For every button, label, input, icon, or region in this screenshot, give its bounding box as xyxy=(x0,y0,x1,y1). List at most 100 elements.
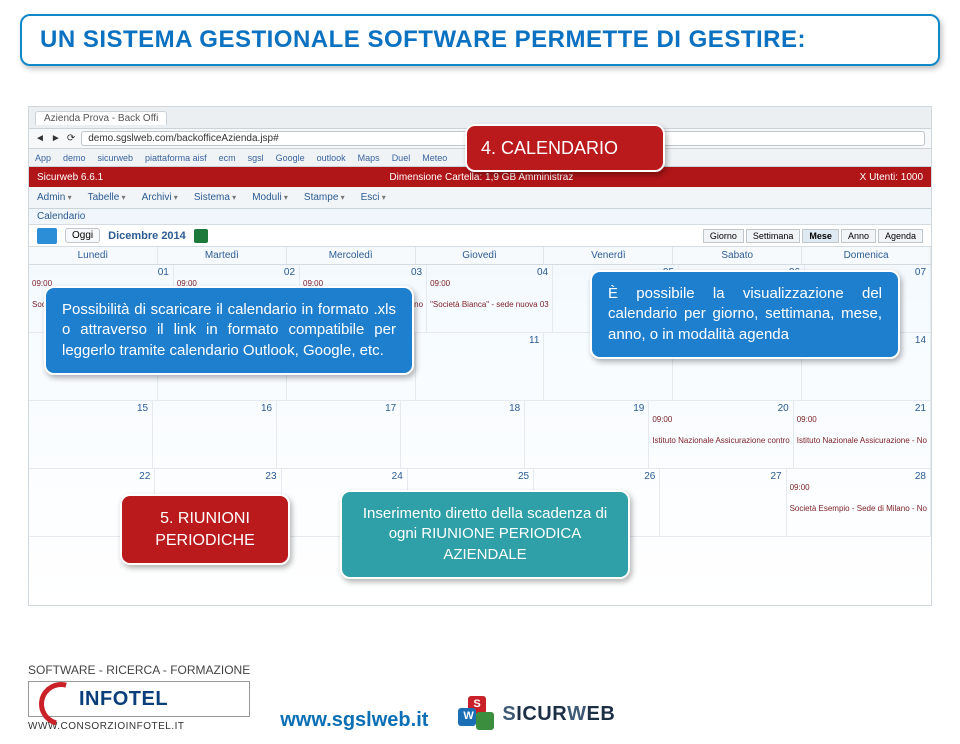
toolbar-item[interactable]: Moduli xyxy=(252,192,288,203)
callout-calendario: 4. CALENDARIO xyxy=(465,124,665,172)
day-header: Lunedì xyxy=(29,247,158,264)
cell-date: 20 xyxy=(778,403,789,414)
bookmark-item[interactable]: Google xyxy=(276,153,305,163)
today-button[interactable]: Oggi xyxy=(65,228,100,243)
cell-date: 25 xyxy=(518,471,529,482)
day-header: Giovedì xyxy=(416,247,545,264)
view-button[interactable]: Anno xyxy=(841,229,876,243)
app-status: Dimensione Cartella: 1,9 GB Amministraz xyxy=(389,172,573,183)
cell-date: 02 xyxy=(284,267,295,278)
bookmark-item[interactable]: sicurweb xyxy=(98,153,134,163)
day-header: Martedì xyxy=(158,247,287,264)
breadcrumb: Calendario xyxy=(29,209,931,225)
bookmark-item[interactable]: Maps xyxy=(358,153,380,163)
callout-meetings: Inserimento diretto della scadenza di og… xyxy=(340,490,630,579)
reload-icon[interactable]: ⟳ xyxy=(67,133,75,144)
app-title: Sicurweb 6.6.1 xyxy=(37,172,103,183)
cell-date: 16 xyxy=(261,403,272,414)
sicurweb-logo: S W SICURWEB xyxy=(458,696,615,732)
calendar-cell[interactable]: 0409:00"Società Bianca" - sede nuova 03 xyxy=(427,265,553,332)
cell-date: 21 xyxy=(915,403,926,414)
bookmark-item[interactable]: demo xyxy=(63,153,86,163)
back-icon[interactable]: ◄ xyxy=(35,133,45,144)
browser-tab[interactable]: Azienda Prova - Back Offi xyxy=(35,111,167,125)
calendar-row: 15 16 17 18 19 2009:00Istituto Nazionale Assi… xyxy=(29,401,931,469)
app-toolbar: Admin Tabelle Archivi Sistema Moduli Stampe Es… xyxy=(29,187,931,209)
cell-date: 26 xyxy=(644,471,655,482)
toolbar-item[interactable]: Admin xyxy=(37,192,72,203)
calendar-cell[interactable]: 11 xyxy=(416,333,545,400)
excel-icon[interactable] xyxy=(194,229,208,243)
cell-date: 24 xyxy=(392,471,403,482)
callout-meetings-text: Inserimento diretto della scadenza di og… xyxy=(363,505,607,563)
month-label: Dicembre 2014 xyxy=(108,230,186,242)
view-buttons: GiornoSettimanaMeseAnnoAgenda xyxy=(703,229,923,243)
app-users: X Utenti: 1000 xyxy=(860,172,923,183)
cell-date: 22 xyxy=(139,471,150,482)
cell-date: 14 xyxy=(915,335,926,346)
cell-date: 28 xyxy=(915,471,926,482)
calendar-day-headers: LunedìMartedìMercoledìGiovedìVenerdìSaba… xyxy=(29,247,931,265)
sicurweb-text: SICURWEB xyxy=(502,703,615,726)
toolbar-item[interactable]: Sistema xyxy=(194,192,236,203)
toolbar-item[interactable]: Esci xyxy=(361,192,386,203)
footer-tagline: SOFTWARE - RICERCA - FORMAZIONE xyxy=(28,663,250,677)
day-header: Mercoledì xyxy=(287,247,416,264)
bookmark-item[interactable]: Duel xyxy=(392,153,411,163)
cell-date: 11 xyxy=(529,335,539,346)
page-title-banner: UN SISTEMA GESTIONALE SOFTWARE PERMETTE … xyxy=(20,14,940,66)
day-header: Domenica xyxy=(802,247,931,264)
calendar-header: Oggi Dicembre 2014 GiornoSettimanaMeseAn… xyxy=(29,225,931,247)
calendar-cell[interactable]: 2809:00Società Esempio - Sede di Milano … xyxy=(787,469,931,536)
bookmark-item[interactable]: piattaforma aisf xyxy=(145,153,207,163)
calendar-event[interactable]: "Società Bianca" - sede nuova 03 xyxy=(430,300,549,309)
calendar-cell[interactable]: 2009:00Istituto Nazionale Assicurazione … xyxy=(649,401,793,468)
calendar-cell[interactable]: 16 xyxy=(153,401,277,468)
callout-riunioni: 5. RIUNIONI PERIODICHE xyxy=(120,494,290,565)
calendar-event[interactable]: Istituto Nazionale Assicurazione - No xyxy=(797,436,927,445)
view-button[interactable]: Mese xyxy=(802,229,839,243)
bookmark-item[interactable]: outlook xyxy=(317,153,346,163)
cell-date: 15 xyxy=(137,403,148,414)
bookmark-item[interactable]: ecm xyxy=(219,153,236,163)
cell-date: 01 xyxy=(158,267,169,278)
cell-date: 03 xyxy=(411,267,422,278)
calendar-cell[interactable]: 17 xyxy=(277,401,401,468)
calendar-cell[interactable]: 18 xyxy=(401,401,525,468)
calendar-cell[interactable]: 15 xyxy=(29,401,153,468)
toolbar-item[interactable]: Tabelle xyxy=(88,192,126,203)
toolbar-item[interactable]: Archivi xyxy=(142,192,178,203)
day-header: Venerdì xyxy=(544,247,673,264)
cell-date: 17 xyxy=(385,403,396,414)
view-button[interactable]: Giorno xyxy=(703,229,744,243)
calendar-event[interactable]: Istituto Nazionale Assicurazione contro xyxy=(652,436,789,445)
cell-date: 04 xyxy=(537,267,548,278)
bookmark-item[interactable]: sgsl xyxy=(248,153,264,163)
sicurweb-badge-icon: S W xyxy=(458,696,494,732)
view-button[interactable]: Settimana xyxy=(746,229,801,243)
cell-date: 18 xyxy=(509,403,520,414)
callout-riunioni-label: 5. RIUNIONI PERIODICHE xyxy=(155,510,255,549)
infotel-swoosh-icon xyxy=(39,686,73,712)
forward-icon[interactable]: ► xyxy=(51,133,61,144)
callout-view: È possibile la visualizzazione del calen… xyxy=(590,270,900,359)
calendar-cell[interactable]: 19 xyxy=(525,401,649,468)
bookmark-item[interactable]: App xyxy=(35,153,51,163)
infotel-text: INFOTEL xyxy=(79,688,168,711)
callout-view-text: È possibile la visualizzazione del calen… xyxy=(608,285,882,343)
callout-calendario-label: 4. CALENDARIO xyxy=(481,138,618,158)
callout-download-text: Possibilità di scaricare il calendario i… xyxy=(62,301,396,359)
home-icon[interactable] xyxy=(37,228,57,244)
cell-date: 23 xyxy=(265,471,276,482)
view-button[interactable]: Agenda xyxy=(878,229,923,243)
cell-date: 19 xyxy=(633,403,644,414)
calendar-cell[interactable]: 27 xyxy=(660,469,786,536)
sgslweb-url[interactable]: www.sgslweb.it xyxy=(280,709,428,732)
infotel-logo: INFOTEL xyxy=(28,681,250,717)
calendar-event[interactable]: Società Esempio - Sede di Milano - No xyxy=(790,504,927,513)
toolbar-item[interactable]: Stampe xyxy=(304,192,345,203)
bookmark-item[interactable]: Meteo xyxy=(422,153,447,163)
footer: SOFTWARE - RICERCA - FORMAZIONE INFOTEL … xyxy=(28,663,932,732)
day-header: Sabato xyxy=(673,247,802,264)
calendar-cell[interactable]: 2109:00Istituto Nazionale Assicurazione … xyxy=(794,401,931,468)
